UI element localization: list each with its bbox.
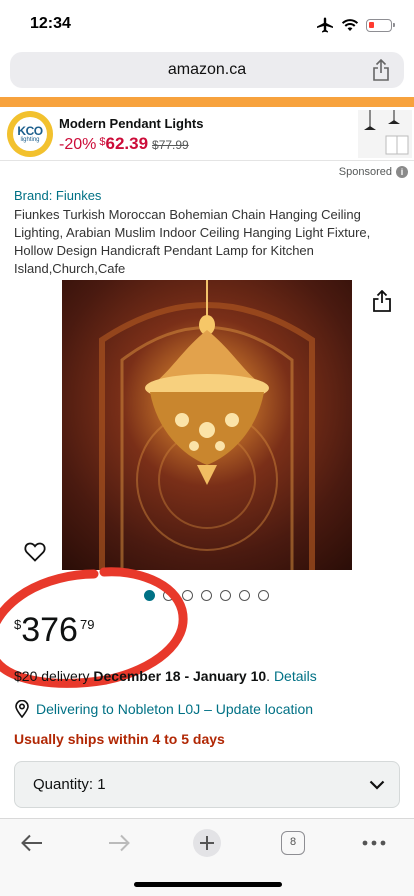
airplane-icon — [317, 17, 333, 33]
status-bar: 12:34 — [0, 0, 414, 46]
kco-logo[interactable]: KCO lighting — [7, 111, 53, 157]
tabs-button[interactable]: 8 — [273, 827, 313, 859]
forward-button[interactable] — [99, 827, 139, 859]
plus-circle-icon — [193, 829, 221, 857]
share-image-icon[interactable] — [372, 290, 392, 312]
tab-count: 8 — [281, 831, 305, 855]
price: $ 376 79 — [14, 610, 94, 650]
ad-price-row: -20% $ 62.39 $77.99 — [59, 134, 189, 154]
ad-old-price: $77.99 — [152, 138, 189, 152]
pagination-dot[interactable] — [182, 590, 193, 601]
ad-product-thumbnail[interactable] — [358, 110, 412, 158]
heart-icon[interactable] — [24, 542, 46, 562]
ad-currency: $ — [99, 136, 106, 148]
quantity-label-group: Quantity: 1 — [33, 776, 106, 793]
price-fraction: 79 — [79, 617, 95, 632]
delivery-location[interactable]: Delivering to Nobleton L0J – Update loca… — [14, 700, 313, 718]
address-bar[interactable]: amazon.ca — [10, 52, 404, 88]
pagination-dot[interactable] — [144, 590, 155, 601]
status-icons — [316, 15, 395, 35]
info-icon[interactable]: i — [396, 166, 408, 178]
wifi-icon — [341, 19, 359, 31]
kco-logo-brand: KCO — [17, 123, 43, 138]
kco-logo-sub: lighting — [20, 136, 40, 143]
pagination-dot[interactable] — [201, 590, 212, 601]
home-indicator — [134, 882, 282, 887]
ad-stripe — [0, 97, 414, 107]
pagination-dot[interactable] — [239, 590, 250, 601]
pagination-dot[interactable] — [220, 590, 231, 601]
forward-arrow-icon — [109, 834, 130, 852]
more-button[interactable] — [354, 827, 394, 859]
back-button[interactable] — [12, 827, 52, 859]
ad-price: 62.39 — [105, 134, 149, 153]
delivery-prefix: $20 delivery — [14, 668, 90, 684]
ad-title[interactable]: Modern Pendant Lights — [59, 116, 203, 131]
product-image[interactable] — [62, 280, 352, 570]
ad-discount: -20% — [59, 136, 97, 153]
quantity-value: 1 — [97, 776, 106, 793]
location-pin-icon — [15, 700, 29, 718]
price-whole: 376 — [21, 611, 78, 649]
price-currency: $ — [14, 617, 22, 632]
sponsored-ad-banner[interactable]: KCO lighting Modern Pendant Lights -20% … — [0, 107, 414, 161]
brand-link[interactable]: Brand: Fiunkes — [14, 188, 101, 203]
shipping-note: Usually ships within 4 to 5 days — [14, 731, 225, 747]
battery-icon — [366, 18, 395, 32]
delivery-dates: December 18 - January 10 — [93, 668, 267, 684]
share-icon[interactable] — [372, 59, 390, 81]
delivery-info: $20 delivery December 18 - January 10. D… — [14, 668, 317, 684]
quantity-label: Quantity: — [33, 776, 94, 793]
image-pagination[interactable] — [144, 590, 269, 601]
quantity-select[interactable]: Quantity: 1 — [14, 761, 400, 808]
product-title: Fiunkes Turkish Moroccan Bohemian Chain … — [14, 207, 371, 276]
pagination-dot[interactable] — [258, 590, 269, 601]
sponsored-label[interactable]: Sponsored i — [339, 166, 408, 178]
status-time: 12:34 — [30, 15, 71, 32]
new-tab-button[interactable] — [187, 827, 227, 859]
url-text[interactable]: amazon.ca — [10, 61, 404, 79]
sponsored-text: Sponsored — [338, 166, 392, 178]
pagination-dot[interactable] — [163, 590, 174, 601]
back-arrow-icon — [21, 834, 42, 852]
delivery-details-link[interactable]: Details — [274, 668, 317, 684]
more-dots-icon — [362, 840, 386, 846]
lamp-illustration — [99, 280, 315, 570]
delivery-separator: . — [266, 668, 271, 684]
chevron-down-icon — [369, 780, 385, 790]
location-text[interactable]: Delivering to Nobleton L0J – Update loca… — [36, 701, 313, 717]
kco-logo-inner: KCO lighting — [13, 117, 47, 151]
